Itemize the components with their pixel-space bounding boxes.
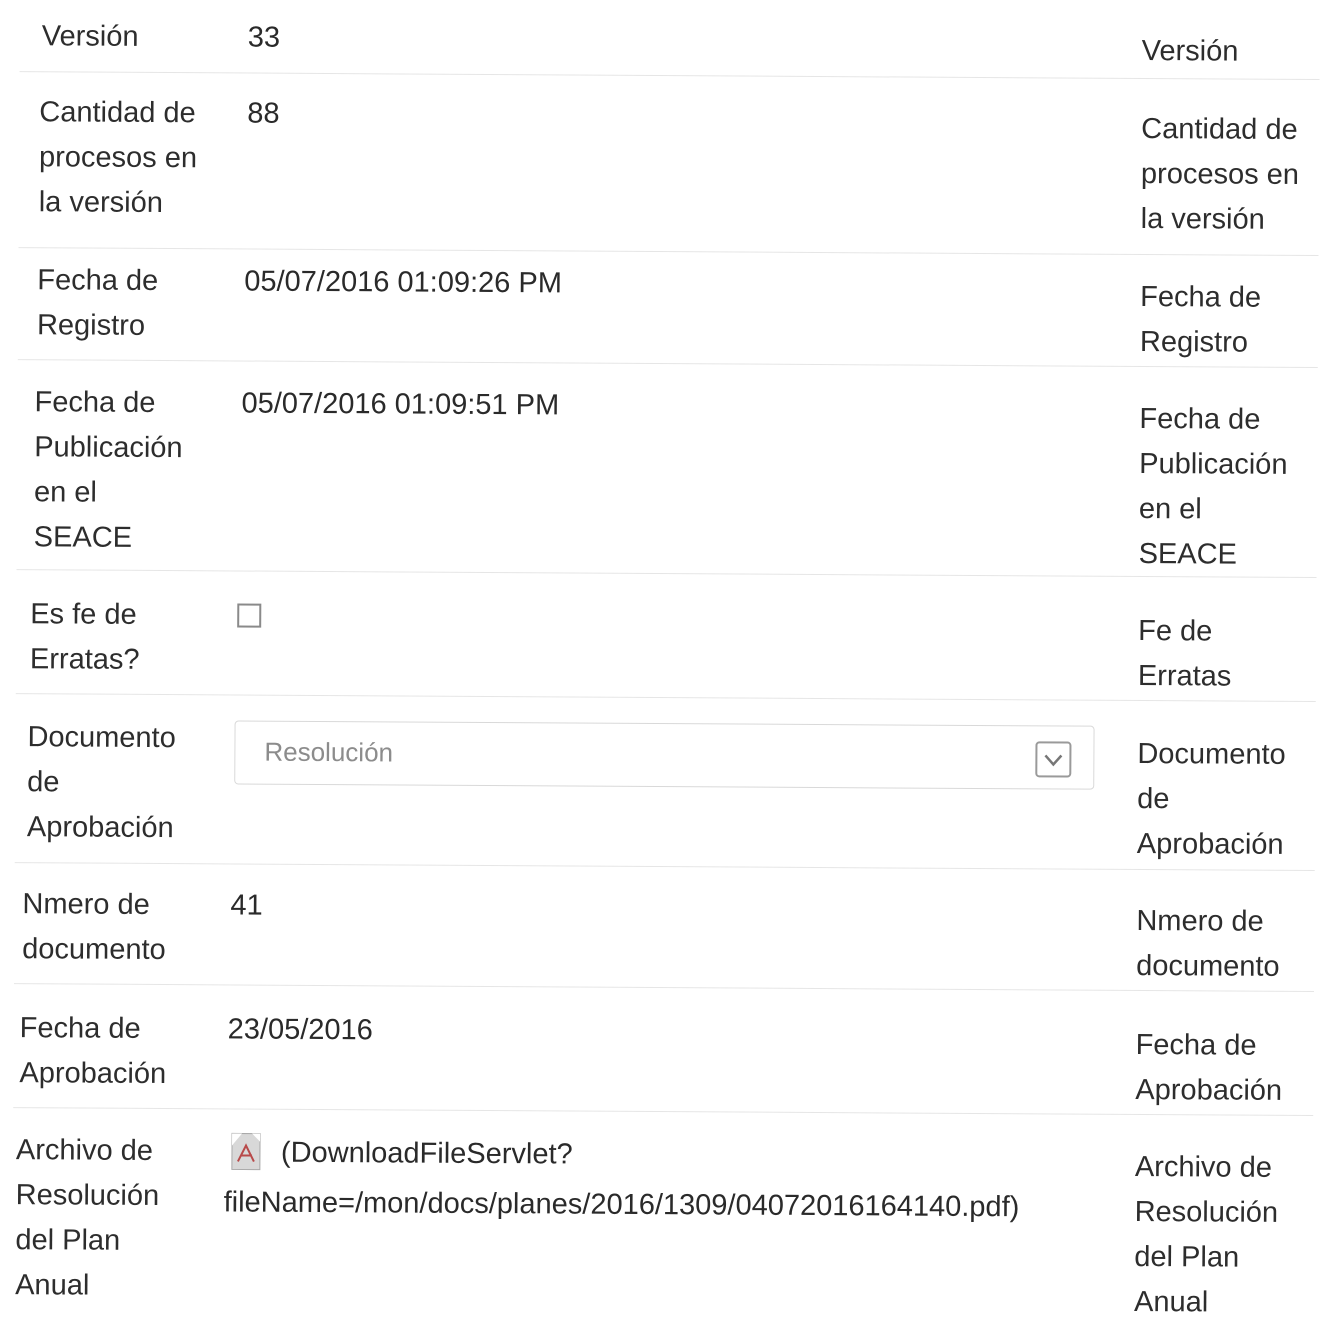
fe-erratas-label: Es fe de Erratas?: [29, 598, 140, 676]
numero-documento-value: 41: [230, 889, 263, 922]
fecha-aprobacion-label: Fecha de Aprobación: [19, 1012, 167, 1091]
row-fecha-registro: Fecha de Registro 05/07/2016 01:09:26 PM…: [17, 256, 1319, 369]
row-cantidad: Cantidad de procesos en la versión 88 Ca…: [18, 88, 1319, 257]
row-archivo-resolucion: Archivo de Resolución del Plan Anual (Do…: [12, 1126, 1313, 1318]
documento-aprobacion-select[interactable]: Resolución: [234, 720, 1095, 790]
fecha-aprobacion-right-label: Fecha de Aprobación: [1135, 1028, 1283, 1107]
row-version: Versión 33 Versión: [19, 10, 1320, 81]
fecha-registro-value: 05/07/2016 01:09:26 PM: [244, 265, 563, 300]
cantidad-value: 88: [247, 97, 280, 130]
fecha-registro-right-label: Fecha de Registro: [1139, 280, 1262, 359]
row-divider: [13, 983, 1314, 993]
archivo-resolucion-right-label: Archivo de Resolución del Plan Anual: [1133, 1150, 1279, 1319]
fecha-publicacion-value: 05/07/2016 01:09:51 PM: [241, 387, 560, 422]
row-divider: [14, 862, 1315, 872]
row-divider: [18, 247, 1319, 257]
row-fe-erratas: Es fe de Erratas? Fe de Erratas: [15, 590, 1317, 703]
row-documento-aprobacion: Documento de Aprobación Resolución Docum…: [14, 713, 1316, 872]
archivo-resolucion-link[interactable]: (DownloadFileServlet? fileName=/mon/docs…: [224, 1127, 1020, 1232]
fecha-aprobacion-value: 23/05/2016: [227, 1013, 373, 1047]
documento-aprobacion-right-label: Documento de Aprobación: [1136, 737, 1286, 861]
documento-aprobacion-label: Documento de Aprobación: [26, 721, 176, 845]
numero-documento-label: Nmero de documento: [22, 888, 166, 967]
row-fecha-aprobacion: Fecha de Aprobación 23/05/2016 Fecha de …: [13, 1004, 1314, 1117]
row-divider: [15, 693, 1316, 703]
select-value: Resolución: [264, 736, 394, 768]
row-divider: [17, 359, 1318, 369]
row-divider: [13, 1107, 1314, 1117]
cantidad-right-label: Cantidad de procesos en la versión: [1140, 112, 1300, 236]
version-right-label: Versión: [1141, 34, 1239, 68]
file-link-line-2[interactable]: fileName=/mon/docs/planes/2016/1309/0407…: [224, 1177, 1020, 1232]
chevron-down-icon[interactable]: [1035, 741, 1072, 778]
numero-documento-right-label: Nmero de documento: [1136, 904, 1280, 983]
fecha-registro-label: Fecha de Registro: [36, 264, 159, 342]
pdf-file-icon: [231, 1132, 261, 1171]
fecha-publicacion-right-label: Fecha de Publicación en el SEACE: [1138, 402, 1288, 571]
archivo-resolucion-label: Archivo de Resolución del Plan Anual: [15, 1134, 160, 1302]
fe-erratas-right-label: Fe de Erratas: [1137, 614, 1232, 693]
row-divider: [19, 71, 1320, 81]
fe-erratas-checkbox[interactable]: [237, 603, 262, 628]
fecha-publicacion-label: Fecha de Publicación en el SEACE: [33, 386, 183, 554]
file-link-line-1[interactable]: (DownloadFileServlet?: [281, 1137, 573, 1171]
form-sheet: Versión 33 Versión Cantidad de procesos …: [0, 0, 1333, 1318]
row-fecha-publicacion: Fecha de Publicación en el SEACE 05/07/2…: [16, 378, 1318, 579]
version-value: 33: [247, 21, 281, 54]
row-numero-documento: Nmero de documento 41 Nmero de documento: [13, 880, 1315, 993]
cantidad-label: Cantidad de procesos en la versión: [38, 96, 198, 219]
row-divider: [16, 569, 1317, 579]
version-label: Versión: [41, 20, 139, 53]
